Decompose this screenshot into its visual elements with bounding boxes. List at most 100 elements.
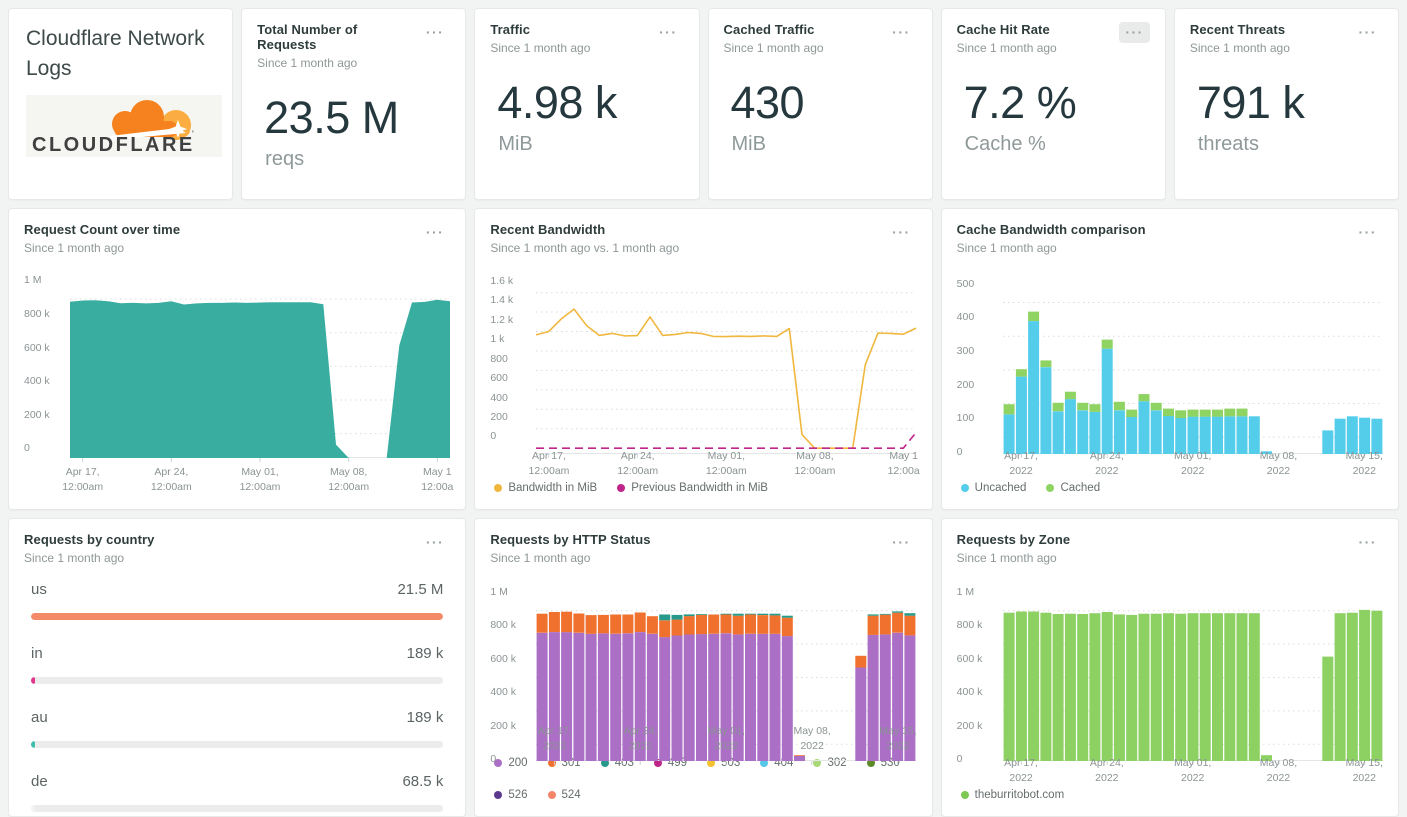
- legend-item[interactable]: Uncached: [960, 482, 1027, 494]
- panel-subtitle: Since 1 month ago: [1189, 41, 1290, 55]
- chart-canvas: [536, 292, 917, 458]
- legend-item[interactable]: 526: [494, 789, 528, 801]
- legend-dot: [960, 791, 969, 799]
- x-axis-label: May 1 12:00a: [421, 465, 453, 494]
- panel-request-count: Request Count over time Since 1 month ag…: [8, 208, 467, 510]
- legend-label: Uncached: [974, 482, 1027, 494]
- country-row-head: us 21.5 M: [31, 581, 443, 598]
- cloudflare-logo-image: CLOUDFLARE ': [26, 94, 222, 157]
- stat-unit: reqs: [265, 148, 305, 170]
- country-label: us: [31, 581, 47, 598]
- y-axis-label: 0: [956, 446, 963, 459]
- panel-recent-threats: Recent Threats Since 1 month ago ··· 791…: [1173, 8, 1399, 200]
- panel-subtitle: Since 1 month ago vs. 1 month ago: [490, 241, 680, 255]
- panel-menu-button[interactable]: ···: [420, 532, 451, 553]
- x-axis-label: May 01, 12:00am: [240, 465, 281, 494]
- y-axis-label: 200 k: [956, 719, 983, 732]
- dashboard-title: Cloudflare Network Logs: [26, 27, 205, 81]
- country-bar: [31, 613, 444, 620]
- panel-menu-button[interactable]: ···: [653, 22, 684, 43]
- x-axis-label-line: May 08,: [796, 450, 834, 462]
- chart-legend: Bandwidth in MiB Previous Bandwidth in Mi…: [490, 480, 916, 496]
- legend-item[interactable]: Cached: [1046, 482, 1100, 494]
- x-axis-label-line: 2022: [1009, 464, 1033, 477]
- x-axis-label-line: May 08,: [793, 725, 831, 737]
- x-axis-label-line: 12:00am: [528, 464, 570, 477]
- x-axis-label: May 1 12:00a: [888, 449, 920, 478]
- x-axis-label-line: 2022: [1095, 464, 1119, 477]
- x-axis-label-line: 2022: [1266, 464, 1291, 477]
- y-axis-label: 600 k: [24, 341, 50, 354]
- stat-value: 7.2 %: [963, 77, 1077, 128]
- x-axis-label-line: 12:00am: [328, 480, 370, 493]
- legend-item[interactable]: Bandwidth in MiB: [494, 482, 597, 494]
- x-axis-label-line: May 15,: [1345, 450, 1383, 462]
- legend-label: 526: [508, 789, 528, 801]
- legend-item[interactable]: 524: [547, 789, 581, 801]
- panel-menu-button[interactable]: ···: [886, 532, 917, 553]
- country-row: in 189 k: [31, 645, 444, 684]
- panel-title: Recent Bandwidth: [490, 222, 606, 237]
- country-label: de: [31, 773, 48, 790]
- panel-title: Cache Hit Rate: [956, 22, 1050, 37]
- series-requests: [70, 299, 450, 458]
- y-axis-label: 200 k: [490, 719, 517, 732]
- panel-brand: Cloudflare Network Logs CLOUDFLARE ': [8, 8, 234, 200]
- panel-menu-button[interactable]: ···: [1353, 22, 1384, 43]
- panel-total-requests: Total Number of Requests Since 1 month a…: [241, 8, 467, 200]
- y-axis-label: 600 k: [956, 652, 983, 665]
- x-axis-label: May 15, 2022: [879, 724, 916, 753]
- y-axis-label: 1 M: [490, 586, 508, 599]
- legend-item[interactable]: Previous Bandwidth in MiB: [617, 482, 768, 494]
- x-axis-label-line: Apr 24,: [1089, 450, 1124, 462]
- x-axis-label: Apr 24, 12:00am: [617, 449, 658, 478]
- legend-dot: [960, 484, 969, 492]
- y-axis-label: 600: [490, 372, 508, 385]
- stat-value: 430: [730, 77, 805, 128]
- y-axis-label: 500: [956, 277, 975, 290]
- country-row-head: in 189 k: [31, 645, 443, 662]
- country-row: us 21.5 M: [31, 581, 444, 620]
- panel-title: Request Count over time: [24, 222, 181, 237]
- x-axis-label: Apr 17, 2022: [1004, 756, 1038, 785]
- legend-dot: [494, 791, 503, 799]
- panel-menu-button[interactable]: ···: [420, 222, 451, 243]
- panel-subtitle: Since 1 month ago: [257, 56, 358, 70]
- y-axis-label: 400: [490, 391, 508, 404]
- panel-subtitle: Since 1 month ago: [956, 41, 1057, 55]
- x-axis-label-line: May 01,: [1173, 450, 1212, 462]
- bandwidth-chart: 0 200 400 600 800 1 k 1.2 k 1.4 k 1.6 k Apr 17, 12…: [490, 275, 919, 477]
- panel-menu-button[interactable]: ···: [886, 222, 917, 243]
- panel-cache-bandwidth: Cache Bandwidth comparison Since 1 month…: [940, 208, 1399, 510]
- panel-menu-button[interactable]: ···: [886, 22, 917, 43]
- x-axis-label: May 08, 12:00am: [328, 465, 369, 494]
- country-row: de 68.5 k: [31, 773, 444, 812]
- panel-subtitle: Since 1 month ago: [956, 551, 1057, 565]
- country-row-head: au 189 k: [31, 709, 443, 726]
- x-axis-label: May 01, 12:00am: [706, 449, 747, 478]
- panel-cached-traffic: Cached Traffic Since 1 month ago ··· 430…: [707, 8, 933, 200]
- country-bar: [31, 805, 35, 812]
- y-axis-label: 400 k: [956, 686, 983, 699]
- panel-title: Requests by HTTP Status: [490, 532, 651, 547]
- dashboard-grid: Cloudflare Network Logs CLOUDFLARE ' Tot…: [0, 0, 1407, 817]
- panel-menu-button[interactable]: ···: [1353, 222, 1384, 243]
- x-axis-label-line: May 01,: [241, 466, 279, 478]
- legend-item[interactable]: theburritobot.com: [960, 789, 1064, 801]
- x-axis-label: May 08, 2022: [1260, 756, 1297, 785]
- x-axis-label-line: Apr 17,: [1004, 450, 1038, 462]
- chart-legend: theburritobot.com: [957, 787, 1383, 803]
- panel-menu-button[interactable]: ···: [1353, 532, 1384, 553]
- panel-menu-button[interactable]: ···: [1119, 22, 1150, 43]
- x-axis-label: Apr 24, 2022: [1090, 756, 1124, 785]
- x-axis-label-line: Apr 24,: [620, 450, 655, 462]
- x-axis-label-line: May 1: [889, 450, 918, 462]
- panel-traffic: Traffic Since 1 month ago ··· 4.98 k MiB: [474, 8, 700, 200]
- y-axis-label: 400 k: [490, 686, 517, 699]
- country-value: 68.5 k: [402, 773, 444, 790]
- x-axis-label-line: 12:00am: [239, 480, 281, 493]
- country-label: in: [31, 645, 43, 662]
- chart-canvas: [1002, 302, 1383, 458]
- panel-menu-button[interactable]: ···: [420, 22, 451, 43]
- stat-value: 791 k: [1196, 77, 1305, 128]
